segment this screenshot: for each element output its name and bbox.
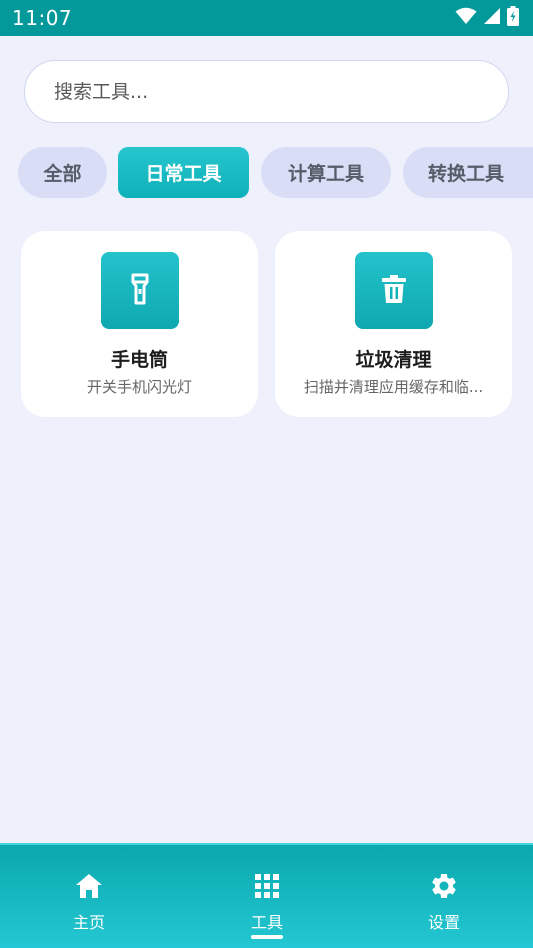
nav-label: 主页	[72, 913, 105, 932]
card-icon-box	[355, 252, 433, 329]
chip-all[interactable]: 全部	[18, 147, 107, 198]
status-bar: 11:07	[0, 0, 533, 36]
search-input[interactable]	[54, 80, 474, 103]
active-tab-indicator	[251, 935, 283, 939]
grid-icon	[254, 871, 280, 901]
chip-label: 计算工具	[287, 163, 364, 185]
nav-tools[interactable]: 工具	[207, 845, 327, 948]
nav-label: 设置	[427, 913, 460, 932]
card-title: 手电筒	[110, 349, 168, 371]
wifi-icon	[455, 7, 477, 29]
bottom-navigation: 主页 工具 设置	[0, 843, 533, 948]
tool-card-flashlight[interactable]: 手电筒 开关手机闪光灯	[21, 231, 258, 417]
gear-icon	[429, 871, 459, 901]
trash-icon	[381, 274, 407, 308]
chip-label: 转换工具	[427, 163, 504, 185]
chip-label: 日常工具	[145, 163, 222, 185]
status-icons	[455, 6, 519, 30]
category-chips: 全部 日常工具 计算工具 转换工具	[0, 147, 533, 199]
flashlight-icon	[127, 273, 153, 309]
card-title: 垃圾清理	[355, 349, 432, 371]
home-icon	[75, 871, 103, 901]
chip-label: 全部	[43, 163, 82, 185]
chip-daily-tools[interactable]: 日常工具	[118, 147, 249, 198]
card-description: 开关手机闪光灯	[86, 378, 192, 396]
nav-label: 工具	[250, 913, 283, 932]
search-box[interactable]	[24, 60, 509, 123]
card-icon-box	[101, 252, 179, 329]
status-time: 11:07	[12, 6, 73, 30]
nav-settings[interactable]: 设置	[384, 845, 504, 948]
nav-home[interactable]: 主页	[29, 845, 149, 948]
battery-charging-icon	[507, 6, 519, 30]
chip-calc-tools[interactable]: 计算工具	[261, 147, 391, 198]
card-description: 扫描并清理应用缓存和临...	[303, 378, 484, 396]
signal-icon	[483, 7, 501, 29]
chip-convert-tools[interactable]: 转换工具	[403, 147, 533, 198]
tool-card-junk-cleaner[interactable]: 垃圾清理 扫描并清理应用缓存和临...	[275, 231, 512, 417]
